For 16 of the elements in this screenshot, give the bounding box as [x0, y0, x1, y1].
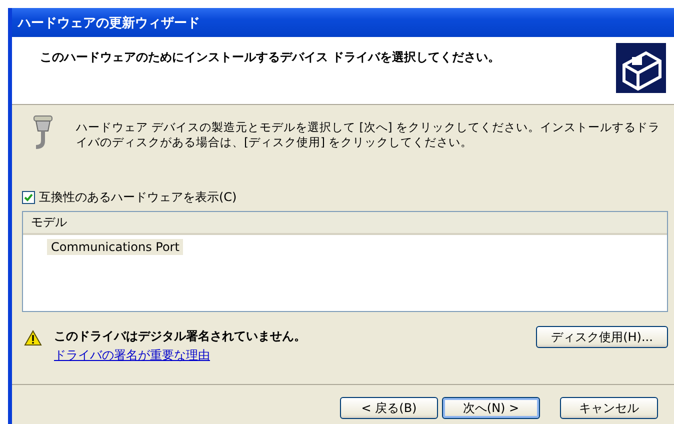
- window-title: ハードウェアの更新ウィザード: [12, 8, 674, 37]
- signing-link[interactable]: ドライバの署名が重要な理由: [54, 347, 210, 364]
- wizard-button[interactable]: < 戻る(B): [340, 397, 438, 419]
- checkbox-label: 互換性のあるハードウェアを表示(C): [39, 189, 237, 206]
- wizard-button[interactable]: 次へ(N) >: [442, 397, 540, 419]
- wizard-button[interactable]: キャンセル: [560, 397, 658, 419]
- column-header[interactable]: モデル: [23, 212, 667, 235]
- list-item[interactable]: Communications Port: [47, 239, 184, 255]
- compatible-checkbox[interactable]: 互換性のあるハードウェアを表示(C): [22, 189, 668, 206]
- have-disk-button[interactable]: ディスク使用(H)...: [536, 326, 668, 348]
- hardware-icon: [616, 43, 666, 93]
- instructions-text: ハードウェア デバイスの製造元とモデルを選択して [次へ] をクリックしてください。インストールするドライバのディスクがある場合は、[ディスク使用] をクリックしてください。: [76, 119, 661, 150]
- checkbox[interactable]: [22, 191, 35, 204]
- warning-message: このドライバはデジタル署名されていません。: [54, 328, 307, 345]
- warning-icon: [24, 330, 42, 346]
- header-heading: このハードウェアのためにインストールするデバイス ドライバを選択してください。: [40, 49, 500, 66]
